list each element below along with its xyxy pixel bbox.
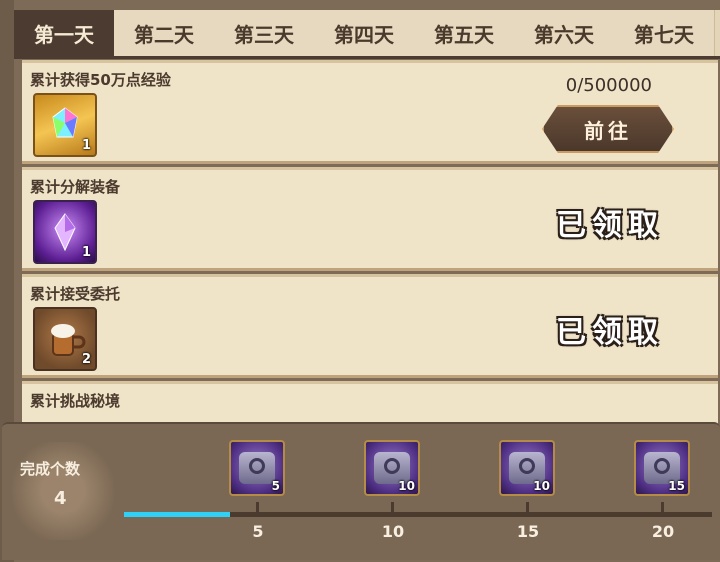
task-progress: 0/500000 [565, 75, 652, 96]
item-quantity: 1 [81, 245, 91, 260]
task-row: 累计接受委托 2 已领取 [22, 274, 718, 378]
milestone-label: 10 [381, 522, 405, 541]
milestone-reward[interactable]: 15 [634, 440, 690, 496]
milestone-reward[interactable]: 10 [499, 440, 555, 496]
claimed-status: 已领取 [556, 208, 664, 243]
task-title: 累计分解装备 [30, 178, 121, 196]
tab-day-1[interactable]: 第一天 [14, 10, 114, 56]
milestone-label: 20 [651, 522, 675, 541]
cube-chest-emblem [249, 458, 265, 474]
go-button[interactable]: 前往 [542, 105, 674, 153]
task-title: 累计挑战秘境 [30, 392, 121, 410]
day-tabs: 第一天 第二天 第三天 第四天 第五天 第六天 第七天 [14, 10, 720, 59]
cube-chest-emblem [384, 458, 400, 474]
tab-day-3[interactable]: 第三天 [214, 10, 315, 56]
completion-progress-fill [124, 512, 230, 517]
item-quantity: 2 [81, 352, 91, 367]
milestone-reward[interactable]: 10 [364, 440, 420, 496]
reward-connector [256, 502, 259, 514]
cube-chest-emblem [654, 458, 670, 474]
task-title: 累计获得50万点经验 [30, 71, 171, 89]
milestone-label: 5 [252, 522, 264, 541]
reward-connector [526, 502, 529, 514]
tab-day-5[interactable]: 第五天 [414, 10, 515, 56]
reward-quantity: 15 [668, 479, 685, 493]
rainbow-crystal-icon [52, 107, 78, 138]
reward-quantity: 5 [271, 479, 280, 493]
milestone-reward[interactable]: 5 [229, 440, 285, 496]
item-quantity: 1 [81, 138, 91, 153]
reward-connector [661, 502, 664, 514]
reward-item-slot[interactable]: 1 [33, 93, 97, 157]
task-title: 累计接受委托 [30, 285, 121, 303]
reward-quantity: 10 [398, 479, 415, 493]
cube-chest-emblem [519, 458, 535, 474]
tab-day-4[interactable]: 第四天 [314, 10, 415, 56]
reward-connector [391, 502, 394, 514]
completion-label: 完成个数 [20, 460, 81, 478]
reward-item-slot[interactable]: 1 [33, 200, 97, 264]
tab-day-2[interactable]: 第二天 [114, 10, 215, 56]
claimed-status: 已领取 [556, 315, 664, 350]
tab-day-6[interactable]: 第六天 [514, 10, 615, 56]
beer-mug-icon [51, 324, 86, 356]
milestone-label: 15 [516, 522, 540, 541]
completion-count: 4 [54, 488, 67, 509]
reward-item-slot[interactable]: 2 [33, 307, 97, 371]
task-row: 累计获得50万点经验 1 0/500000 前往 [22, 60, 718, 164]
task-row: 累计分解装备 1 已领取 [22, 167, 718, 271]
completion-panel: 完成个数 4 5 10 10 15 5 10 15 20 [2, 422, 720, 560]
purple-crystal-icon [54, 213, 76, 252]
tab-day-7[interactable]: 第七天 [614, 10, 715, 56]
reward-quantity: 10 [533, 479, 550, 493]
